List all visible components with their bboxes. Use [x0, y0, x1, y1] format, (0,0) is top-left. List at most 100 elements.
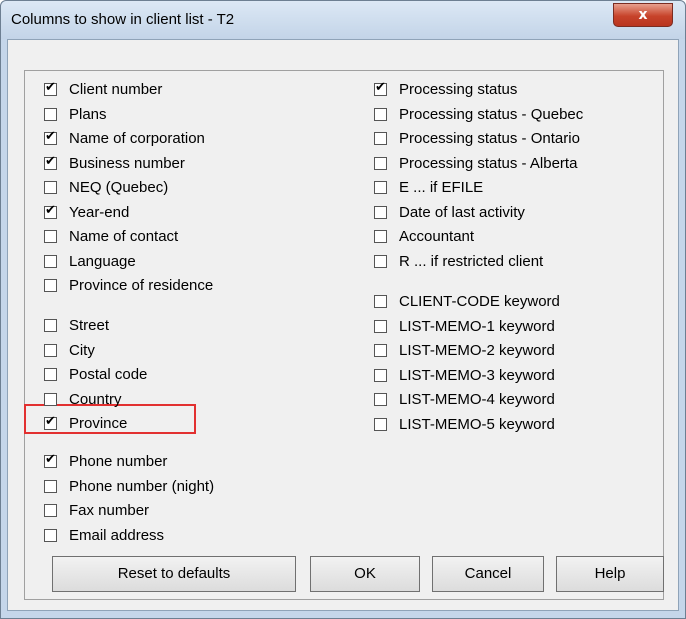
- checkbox-business-number[interactable]: ✔ Business number: [44, 152, 185, 174]
- cancel-button[interactable]: Cancel: [432, 556, 544, 592]
- checkmark-icon: ✔: [45, 153, 56, 169]
- checkbox-box[interactable]: [44, 229, 57, 243]
- checkbox-box[interactable]: [374, 254, 387, 268]
- checkbox-label: Name of corporation: [69, 129, 205, 147]
- checkbox-list-memo-3-keyword[interactable]: LIST-MEMO-3 keyword: [374, 364, 555, 386]
- checkbox-box[interactable]: [374, 131, 387, 145]
- checkbox-date-of-last-activity[interactable]: Date of last activity: [374, 201, 525, 223]
- checkbox-box[interactable]: ✔: [44, 413, 57, 430]
- checkbox-box[interactable]: [374, 368, 387, 382]
- checkbox-label: Country: [69, 390, 122, 408]
- checkbox-fax-number[interactable]: Fax number: [44, 499, 149, 521]
- title-bar[interactable]: Columns to show in client list - T2 x: [1, 1, 685, 39]
- checkmark-icon: ✔: [45, 79, 56, 95]
- checkmark-icon: ✔: [45, 413, 56, 429]
- checkbox-box[interactable]: [44, 180, 57, 194]
- checkbox-box[interactable]: [374, 392, 387, 406]
- checkbox-name-of-contact[interactable]: Name of contact: [44, 225, 178, 247]
- dialog-title: Columns to show in client list - T2: [11, 11, 235, 28]
- checkbox-phone-number-night[interactable]: Phone number (night): [44, 475, 214, 497]
- checkbox-processing-status-alberta[interactable]: Processing status - Alberta: [374, 152, 577, 174]
- checkbox-label: Processing status - Ontario: [399, 129, 580, 147]
- checkbox-box[interactable]: ✔: [44, 452, 57, 468]
- checkbox-label: Date of last activity: [399, 203, 525, 221]
- checkbox-label: CLIENT-CODE keyword: [399, 292, 560, 310]
- checkbox-list-memo-2-keyword[interactable]: LIST-MEMO-2 keyword: [374, 339, 555, 361]
- close-button[interactable]: x: [613, 3, 673, 27]
- checkbox-label: Fax number: [69, 501, 150, 519]
- checkbox-box[interactable]: [44, 392, 57, 406]
- checkbox-street[interactable]: Street: [44, 314, 109, 336]
- checkbox-box[interactable]: [374, 229, 387, 243]
- checkbox-email-address[interactable]: Email address: [44, 524, 164, 546]
- checkbox-label: Email address: [69, 526, 165, 544]
- checkbox-box[interactable]: ✔: [44, 202, 57, 219]
- checkbox-box[interactable]: [44, 278, 57, 292]
- checkbox-province[interactable]: ✔ Province: [44, 412, 127, 434]
- dialog-body: ✔ Client number Plans ✔ Name of corporation ✔…: [7, 39, 679, 611]
- checkbox-label: NEQ (Quebec): [69, 178, 169, 196]
- checkbox-phone-number[interactable]: ✔ Phone number: [44, 450, 167, 472]
- checkbox-name-of-corporation[interactable]: ✔ Name of corporation: [44, 127, 205, 149]
- checkbox-box[interactable]: [374, 205, 387, 219]
- checkbox-plans[interactable]: Plans: [44, 103, 107, 125]
- checkbox-box[interactable]: [374, 294, 387, 308]
- checkbox-list-memo-5-keyword[interactable]: LIST-MEMO-5 keyword: [374, 413, 555, 435]
- checkbox-box[interactable]: [374, 417, 387, 431]
- checkbox-processing-status-ontario[interactable]: Processing status - Ontario: [374, 127, 580, 149]
- checkbox-label: City: [69, 341, 95, 359]
- checkbox-label: Processing status - Quebec: [399, 105, 584, 123]
- checkbox-r-if-restricted-client[interactable]: R ... if restricted client: [374, 250, 543, 272]
- checkbox-label: Client number: [69, 80, 163, 98]
- checkbox-label: Postal code: [69, 365, 148, 383]
- checkbox-box[interactable]: [44, 318, 57, 332]
- checkmark-icon: ✔: [45, 128, 56, 144]
- checkbox-label: Plans: [69, 105, 107, 123]
- checkbox-box[interactable]: ✔: [44, 153, 57, 170]
- checkbox-postal-code[interactable]: Postal code: [44, 363, 147, 385]
- checkbox-box[interactable]: [44, 343, 57, 357]
- checkbox-label: Province: [69, 414, 128, 432]
- reset-defaults-button[interactable]: Reset to defaults: [52, 556, 296, 592]
- checkbox-box[interactable]: [374, 156, 387, 170]
- checkbox-box[interactable]: [44, 503, 57, 517]
- checkbox-box[interactable]: [44, 479, 57, 493]
- checkbox-label: Province of residence: [69, 276, 214, 294]
- help-button[interactable]: Help: [556, 556, 664, 592]
- checkmark-icon: ✔: [375, 79, 386, 95]
- checkbox-box[interactable]: [44, 367, 57, 381]
- checkbox-box[interactable]: [44, 107, 57, 121]
- checkbox-list-memo-1-keyword[interactable]: LIST-MEMO-1 keyword: [374, 315, 555, 337]
- checkbox-box[interactable]: [44, 254, 57, 268]
- ok-button[interactable]: OK: [310, 556, 420, 592]
- checkbox-box[interactable]: [374, 107, 387, 121]
- checkbox-box[interactable]: ✔: [374, 79, 387, 96]
- checkbox-box[interactable]: ✔: [44, 128, 57, 145]
- checkbox-processing-status-quebec[interactable]: Processing status - Quebec: [374, 103, 583, 125]
- checkbox-box[interactable]: ✔: [44, 79, 57, 96]
- checkbox-label: Street: [69, 316, 110, 334]
- checkbox-label: Phone number: [69, 452, 168, 470]
- checkbox-box[interactable]: [374, 343, 387, 357]
- checkbox-box[interactable]: [374, 180, 387, 194]
- checkbox-year-end[interactable]: ✔ Year-end: [44, 201, 129, 223]
- checkmark-icon: ✔: [45, 202, 56, 218]
- checkbox-label: Business number: [69, 154, 185, 172]
- checkbox-label: Accountant: [399, 227, 475, 245]
- checkbox-box[interactable]: [44, 528, 57, 542]
- checkbox-label: Name of contact: [69, 227, 179, 245]
- checkbox-neq-quebec[interactable]: NEQ (Quebec): [44, 176, 168, 198]
- checkbox-list-memo-4-keyword[interactable]: LIST-MEMO-4 keyword: [374, 388, 555, 410]
- checkbox-processing-status[interactable]: ✔ Processing status: [374, 78, 517, 100]
- checkbox-city[interactable]: City: [44, 339, 95, 361]
- checkbox-language[interactable]: Language: [44, 250, 136, 272]
- checkbox-accountant[interactable]: Accountant: [374, 225, 474, 247]
- checkbox-client-number[interactable]: ✔ Client number: [44, 78, 162, 100]
- checkbox-country[interactable]: Country: [44, 388, 122, 410]
- checkbox-province-of-residence[interactable]: Province of residence: [44, 274, 213, 296]
- checkbox-label: LIST-MEMO-1 keyword: [399, 317, 555, 335]
- checkbox-box[interactable]: [374, 319, 387, 333]
- checkbox-e-if-efile[interactable]: E ... if EFILE: [374, 176, 483, 198]
- checkbox-label: Processing status: [399, 80, 518, 98]
- checkbox-client-code-keyword[interactable]: CLIENT-CODE keyword: [374, 290, 560, 312]
